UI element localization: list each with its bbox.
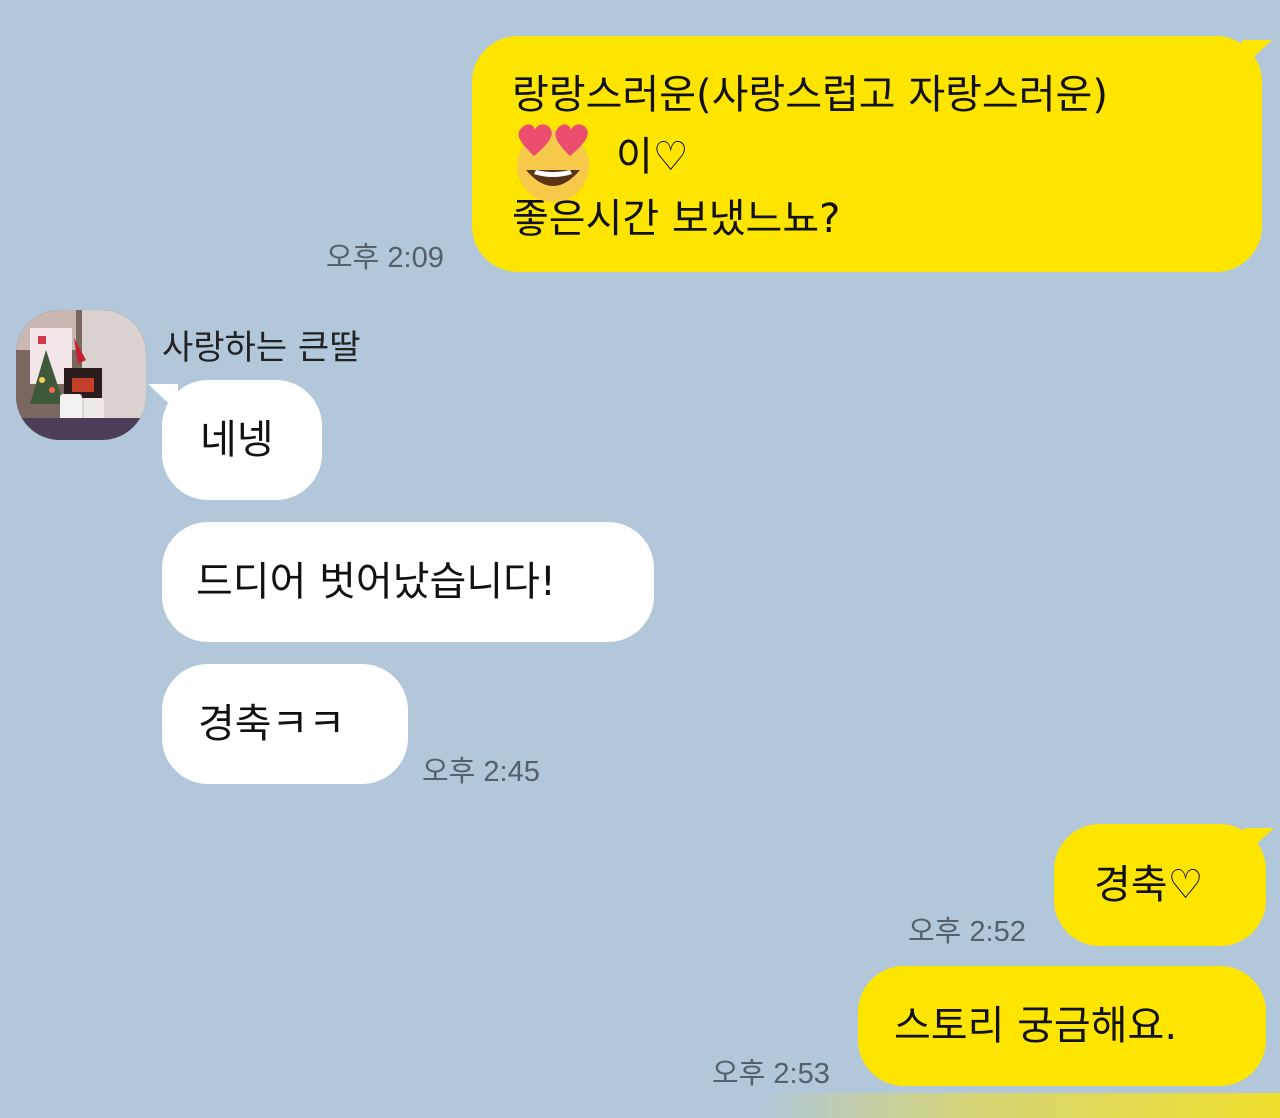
my-message-bubble[interactable]: 스토리 궁금해요. (858, 966, 1266, 1086)
their-message-bubble[interactable]: 네넹 (162, 380, 322, 500)
message-text: 경축ㅋㅋ (198, 701, 346, 747)
message-line: 랑랑스러운(사랑스럽고 자랑스러운) (512, 72, 1108, 118)
bubble-tail (1242, 40, 1272, 68)
message-text: 네넹 (200, 417, 274, 463)
message-line: 이♡ (616, 134, 689, 180)
sender-name: 사랑하는 큰딸 (162, 328, 361, 368)
their-message-bubble[interactable]: 드디어 벗어났습니다! (162, 522, 654, 642)
my-message-bubble[interactable]: 경축♡ (1054, 824, 1266, 946)
their-message-bubble[interactable]: 경축ㅋㅋ (162, 664, 408, 784)
message-time: 오후 2:45 (422, 756, 540, 788)
avatar[interactable] (16, 310, 146, 440)
bottom-highlight (760, 1093, 1280, 1118)
message-line: 좋은시간 보냈느뇨? (512, 196, 841, 242)
message-time: 오후 2:52 (908, 916, 1026, 948)
heart-eyes-emoji-icon (517, 124, 589, 202)
message-text: 경축♡ (1094, 862, 1204, 908)
message-text: 드디어 벗어났습니다! (196, 559, 556, 605)
message-text: 스토리 궁금해요. (894, 1003, 1178, 1049)
bubble-tail (148, 384, 178, 412)
message-time: 오후 2:09 (326, 242, 444, 274)
chat-room: 오후 2:09 랑랑스러운(사랑스럽고 자랑스러운) 이♡ 좋은시간 보냈느뇨? (0, 0, 1280, 1118)
message-time: 오후 2:53 (712, 1058, 830, 1090)
bubble-tail (1244, 828, 1274, 856)
